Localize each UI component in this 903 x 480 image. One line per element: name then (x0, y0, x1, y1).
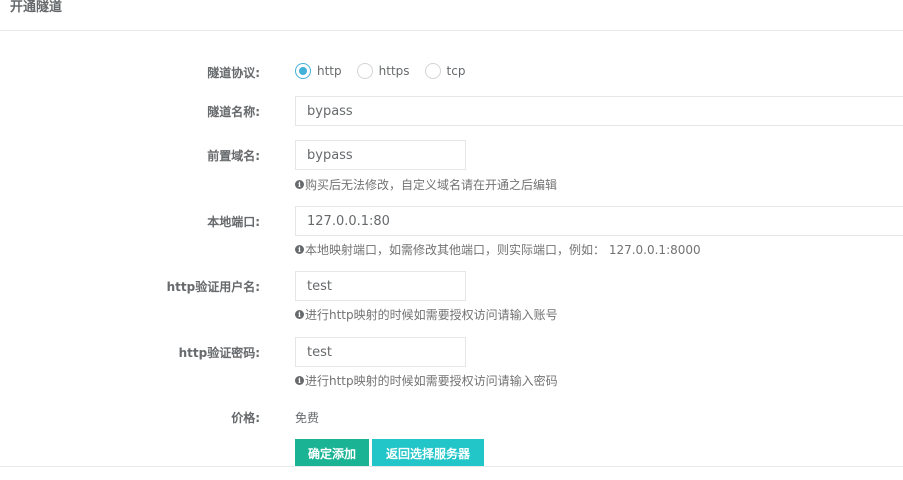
prefix-domain-input[interactable] (295, 140, 466, 170)
tunnel-name-input[interactable] (295, 96, 903, 126)
radio-https-circle[interactable] (356, 63, 373, 79)
radio-tcp-label: tcp (446, 64, 466, 78)
local-port-input[interactable] (295, 206, 903, 236)
local-port-label: 本地端口: (207, 215, 260, 229)
radio-http[interactable]: http (295, 63, 342, 79)
radio-tcp[interactable]: tcp (424, 63, 466, 79)
radio-https[interactable]: https (356, 63, 410, 79)
http-username-input[interactable] (295, 271, 466, 301)
page-title: 开通隧道 (10, 0, 63, 15)
http-password-label: http验证密码: (178, 346, 260, 360)
prefix-domain-help: i 购买后无法修改，自定义域名请在开通之后编辑 (295, 176, 557, 193)
radio-http-circle[interactable] (295, 63, 311, 79)
confirm-add-button[interactable]: 确定添加 (295, 439, 369, 467)
price-label: 价格: (231, 411, 260, 425)
http-username-label: http验证用户名: (166, 280, 260, 294)
price-value: 免费 (295, 411, 320, 425)
prefix-domain-label: 前置域名: (207, 149, 260, 163)
prefix-domain-help-text: 购买后无法修改，自定义域名请在开通之后编辑 (305, 178, 558, 192)
radio-http-label: http (317, 64, 342, 78)
http-password-help-text: 进行http映射的时候如需要授权访问请输入密码 (305, 374, 558, 388)
local-port-help: i 本地映射端口，如需修改其他端口，则实际端口，例如： 127.0.0.1:80… (295, 241, 701, 258)
info-circle-icon: i (295, 376, 304, 385)
page-header: 开通隧道 (0, 0, 903, 31)
http-password-input[interactable] (295, 337, 466, 367)
info-circle-icon: i (295, 180, 304, 189)
http-password-help: i 进行http映射的时候如需要授权访问请输入密码 (295, 372, 558, 389)
http-username-help-text: 进行http映射的时候如需要授权访问请输入账号 (305, 308, 558, 322)
back-to-servers-button[interactable]: 返回选择服务器 (372, 439, 484, 467)
radio-tcp-circle[interactable] (424, 63, 441, 79)
tunnel-name-label: 隧道名称: (207, 105, 260, 119)
divider (0, 466, 903, 467)
protocol-label: 隧道协议: (207, 66, 260, 80)
protocol-radio-group: http https tcp (295, 63, 480, 79)
radio-https-label: https (378, 64, 410, 78)
local-port-help-text: 本地映射端口，如需修改其他端口，则实际端口，例如： 127.0.0.1:8000 (305, 243, 701, 257)
info-circle-icon: i (295, 245, 304, 254)
info-circle-icon: i (295, 310, 304, 319)
http-username-help: i 进行http映射的时候如需要授权访问请输入账号 (295, 306, 558, 323)
